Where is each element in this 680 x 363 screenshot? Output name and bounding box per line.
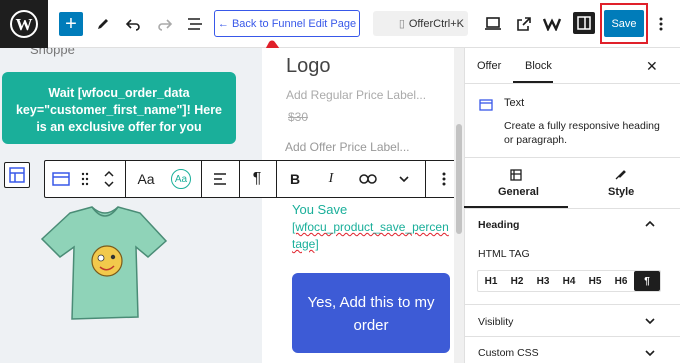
align-icon[interactable] [209, 161, 233, 197]
link-icon[interactable] [355, 161, 381, 197]
chevron-down-icon[interactable] [645, 349, 655, 360]
document-icon: ▯ [398, 18, 405, 30]
subtab-general[interactable]: General [498, 186, 539, 198]
heading-section-title[interactable]: Heading [478, 219, 519, 231]
desktop-preview-icon[interactable] [482, 9, 504, 39]
sidebar-divider [464, 336, 680, 337]
add-block-button[interactable]: + [59, 12, 83, 36]
sidebar-divider [464, 208, 680, 209]
regular-price: $30 [288, 110, 309, 124]
html-tag-h6[interactable]: H6 [608, 271, 634, 291]
toolbar-separator [425, 161, 426, 197]
html-tag-h4[interactable]: H4 [556, 271, 582, 291]
chevron-down-icon[interactable] [645, 317, 655, 328]
accept-offer-button[interactable]: Yes, Add this to my order [292, 273, 450, 353]
close-sidebar-icon[interactable]: ✕ [646, 48, 658, 84]
document-title-bar[interactable]: ▯ OfferCtrl+K [373, 11, 468, 36]
sidebar-divider [464, 83, 680, 84]
block-name: Text [504, 97, 525, 109]
html-tag-h1[interactable]: H1 [478, 271, 504, 291]
offer-heading-block[interactable]: Wait [wfocu_order_data key="customer_fir… [2, 72, 236, 144]
site-title: Shoppe [30, 48, 75, 57]
toolbar-separator [276, 161, 277, 197]
bold-button[interactable]: B [283, 161, 307, 197]
tab-offer[interactable]: Offer [477, 48, 501, 84]
save-percentage-shortcode[interactable]: [wfocu_product_save_percentage] [292, 219, 452, 253]
tshirt-product-image [40, 206, 168, 320]
toolbar-separator [201, 161, 202, 197]
html-tag-h3[interactable]: H3 [530, 271, 556, 291]
back-to-funnel-button[interactable]: ← Back to Funnel Edit Page [214, 10, 360, 37]
block-description: Create a fully responsive heading or par… [504, 120, 660, 146]
offer-logo[interactable]: Logo [286, 55, 331, 78]
offer-price-label-placeholder[interactable]: Add Offer Price Label... [285, 140, 410, 154]
chevron-up-icon[interactable] [645, 219, 655, 230]
text-block-icon [479, 98, 493, 116]
tab-block[interactable]: Block [525, 48, 552, 84]
html-tag-paragraph[interactable]: ¶ [634, 271, 660, 291]
text-color-button[interactable]: Aa [169, 161, 193, 197]
you-save-label[interactable]: You Save [292, 202, 347, 217]
parent-block-selector-icon[interactable] [4, 162, 30, 188]
general-settings-icon [510, 168, 522, 186]
more-formatting-chevron-down-icon[interactable] [393, 161, 415, 197]
view-external-icon[interactable] [513, 9, 535, 39]
sidebar-divider [464, 157, 680, 158]
sidebar-divider [464, 304, 680, 305]
html-tag-selector: H1 H2 H3 H4 H5 H6 ¶ [477, 270, 661, 292]
document-title: OfferCtrl+K [408, 17, 464, 30]
wordpress-logo-icon[interactable]: W [0, 0, 48, 48]
redo-icon[interactable] [154, 9, 176, 39]
block-type-icon[interactable] [49, 161, 73, 197]
toolbar-separator [239, 161, 240, 197]
drag-handle-icon[interactable] [77, 161, 93, 197]
woofunnels-logo-icon[interactable] [542, 9, 564, 39]
html-tag-h5[interactable]: H5 [582, 271, 608, 291]
toolbar-separator [125, 161, 126, 197]
canvas-scroll-thumb[interactable] [456, 124, 462, 234]
block-options-icon[interactable] [433, 161, 455, 197]
font-size-button[interactable]: Aa [131, 161, 161, 197]
html-tag-label: HTML TAG [478, 248, 530, 260]
document-overview-icon[interactable] [184, 9, 206, 39]
italic-button[interactable]: I [319, 161, 343, 197]
save-percentage-text: [wfocu_product_save_percentage] [292, 220, 449, 251]
svg-text:W: W [16, 15, 33, 34]
move-up-down-icon[interactable] [99, 161, 119, 197]
custom-css-section-title[interactable]: Custom CSS [478, 347, 539, 359]
settings-sidebar-toggle-icon[interactable] [573, 12, 595, 34]
regular-price-label-placeholder[interactable]: Add Regular Price Label... [286, 88, 426, 102]
text-color-label: Aa [171, 169, 191, 189]
visibility-section-title[interactable]: Visiblity [478, 316, 513, 328]
style-brush-icon [614, 168, 626, 186]
subtab-style[interactable]: Style [608, 186, 634, 198]
save-button[interactable]: Save [604, 10, 644, 37]
html-tag-h2[interactable]: H2 [504, 271, 530, 291]
undo-icon[interactable] [122, 9, 144, 39]
block-toolbar: Aa Aa ¶ B I [44, 160, 462, 198]
edit-tool-icon[interactable] [92, 9, 114, 39]
paragraph-button[interactable]: ¶ [245, 161, 269, 197]
more-options-icon[interactable] [652, 9, 670, 39]
